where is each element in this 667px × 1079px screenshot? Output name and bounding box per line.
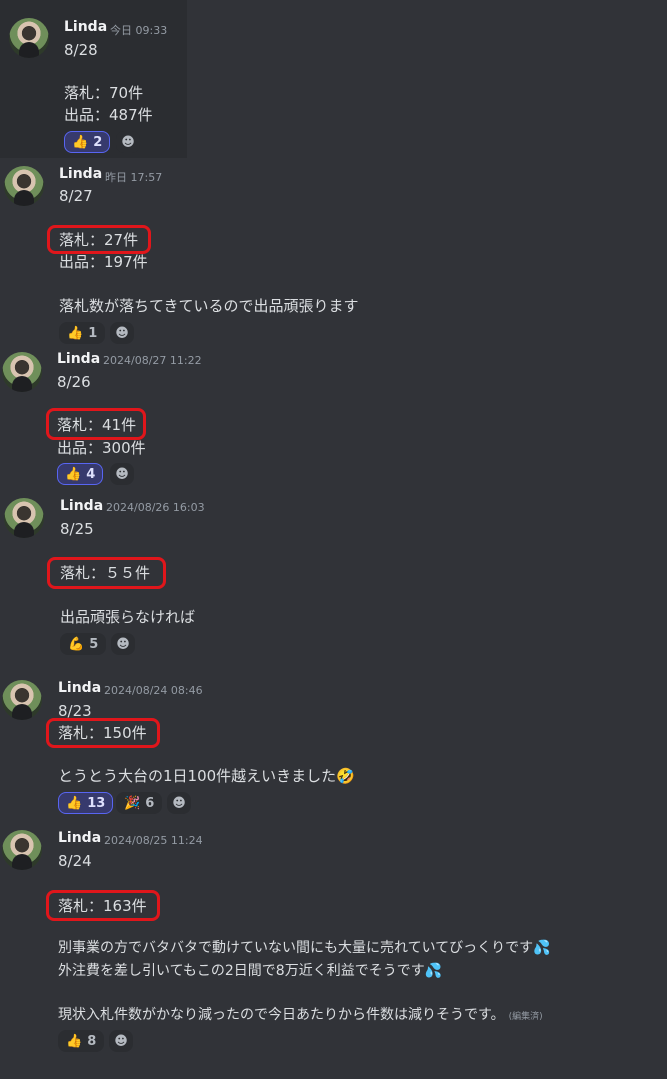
author-name[interactable]: Linda	[60, 498, 103, 514]
smile-plus-icon: ☻	[116, 636, 130, 652]
reaction-thumbs-up[interactable]: 👍 2	[64, 131, 111, 153]
avatar[interactable]	[2, 830, 42, 870]
reaction-count: 4	[86, 466, 96, 482]
timestamp: 2024/08/25 11:24	[104, 834, 203, 847]
message-line: 8/24	[58, 852, 92, 870]
thumbs-up-icon: 👍	[66, 1033, 83, 1049]
add-reaction-button[interactable]: ☻	[110, 322, 134, 344]
reaction-thumbs-up[interactable]: 👍 4	[57, 463, 104, 485]
reaction-count: 6	[145, 795, 155, 811]
message-line: 出品：197件	[59, 253, 148, 271]
avatar[interactable]	[9, 18, 49, 58]
reaction-party-popper[interactable]: 🎉 6	[116, 792, 163, 814]
message-line: 落札：150件	[58, 724, 147, 742]
smile-plus-icon: ☻	[115, 325, 129, 341]
author-name[interactable]: Linda	[59, 166, 102, 182]
avatar[interactable]	[4, 166, 44, 206]
message-line: 8/27	[59, 187, 93, 205]
message-line: 外注費を差し引いてもこの2日間で8万近く利益でそうです💦	[58, 963, 443, 979]
reaction-flexed-biceps[interactable]: 💪 5	[60, 633, 107, 655]
reaction-count: 5	[89, 636, 99, 652]
thumbs-up-icon: 👍	[72, 134, 89, 150]
avatar[interactable]	[2, 680, 42, 720]
thumbs-up-icon: 👍	[67, 325, 84, 341]
message-line: 出品頑張らなければ	[60, 608, 196, 626]
author-name[interactable]: Linda	[64, 19, 107, 35]
reaction-count: 8	[87, 1033, 97, 1049]
message-line: 落札数が落ちてきているので出品頑張ります	[59, 297, 359, 315]
timestamp: 2024/08/27 11:22	[103, 354, 202, 367]
smile-plus-icon: ☻	[172, 795, 186, 811]
author-name[interactable]: Linda	[58, 830, 101, 846]
timestamp: 2024/08/24 08:46	[104, 684, 203, 697]
timestamp: 2024/08/26 16:03	[106, 501, 205, 514]
reaction-thumbs-up[interactable]: 👍 8	[58, 1030, 105, 1052]
message-line: 落札：27件	[59, 231, 139, 249]
flexed-biceps-icon: 💪	[68, 636, 85, 652]
add-reaction-button[interactable]: ☻	[116, 131, 140, 153]
add-reaction-button[interactable]: ☻	[109, 1030, 133, 1052]
author-name[interactable]: Linda	[57, 351, 100, 367]
add-reaction-button[interactable]: ☻	[167, 792, 191, 814]
avatar[interactable]	[4, 498, 44, 538]
add-reaction-button[interactable]: ☻	[111, 633, 135, 655]
timestamp: 昨日 17:57	[105, 171, 163, 184]
message-line: 落札：５５件	[60, 564, 151, 582]
message-line: 8/25	[60, 520, 94, 538]
message-line: 出品：487件	[64, 106, 153, 124]
message-line: 落札：163件	[58, 897, 147, 915]
reaction-count: 2	[93, 134, 103, 150]
add-reaction-button[interactable]: ☻	[110, 463, 134, 485]
smile-plus-icon: ☻	[121, 134, 135, 150]
thumbs-up-icon: 👍	[65, 466, 82, 482]
edited-label: (編集済)	[508, 1012, 543, 1022]
message-line: 落札：41件	[57, 416, 137, 434]
message: Linda 今日 09:33 8/28 落札：70件 出品：487件 👍 2 ☻	[0, 0, 187, 158]
reaction-thumbs-up[interactable]: 👍 13	[58, 792, 114, 814]
smile-plus-icon: ☻	[114, 1033, 128, 1049]
message-text: 現状入札件数がかなり減ったので今日あたりから件数は減りそうです。	[58, 1007, 505, 1023]
message-line: 現状入札件数がかなり減ったので今日あたりから件数は減りそうです。 (編集済)	[58, 1005, 543, 1027]
smile-plus-icon: ☻	[115, 466, 129, 482]
reaction-count: 13	[87, 795, 106, 811]
author-name[interactable]: Linda	[58, 680, 101, 696]
party-popper-icon: 🎉	[124, 795, 141, 811]
message-line: 出品：300件	[57, 439, 146, 457]
timestamp: 今日 09:33	[110, 24, 168, 37]
message-line: 落札：70件	[64, 84, 144, 102]
message-line: 8/28	[64, 41, 98, 59]
message-line: 別事業の方でバタバタで動けていない間にも大量に売れていてびっくりです💦	[58, 940, 551, 956]
avatar[interactable]	[2, 352, 42, 392]
reaction-thumbs-up[interactable]: 👍 1	[59, 322, 106, 344]
reaction-count: 1	[88, 325, 98, 341]
thumbs-up-icon: 👍	[66, 795, 83, 811]
message-line: とうとう大台の1日100件越えいきました🤣	[58, 767, 355, 785]
message-line: 8/26	[57, 373, 91, 391]
